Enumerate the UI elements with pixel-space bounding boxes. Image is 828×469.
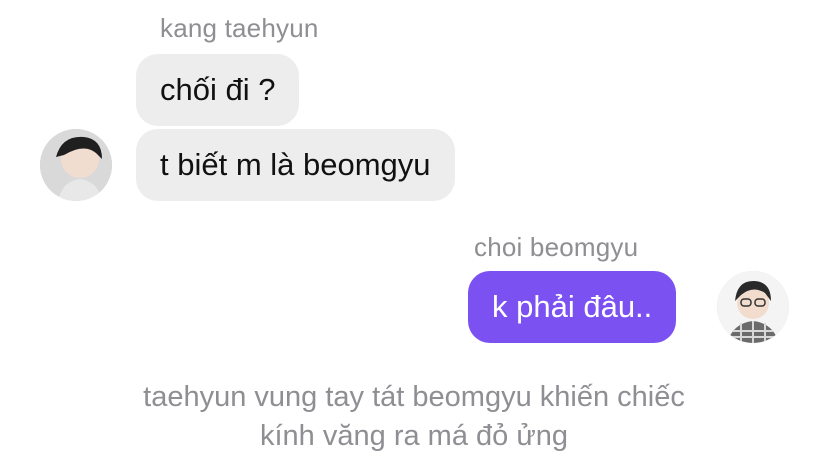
sender-name-choi-beomgyu: choi beomgyu (474, 232, 639, 262)
narration-text: taehyun vung tay tát beomgyu khiến chiếc… (0, 378, 828, 456)
message-bubble-outgoing[interactable]: k phải đâu.. (468, 271, 677, 343)
avatar-choi-beomgyu[interactable] (717, 271, 789, 343)
narration-line: taehyun vung tay tát beomgyu khiến chiếc (143, 381, 685, 413)
avatar-kang-taehyun[interactable] (40, 129, 112, 201)
chat-thread: kang taehyun chối đi ? t biết m là beomg… (0, 0, 828, 469)
message-bubble-incoming[interactable]: t biết m là beomgyu (136, 129, 455, 201)
profile-photo-icon (717, 271, 789, 343)
sender-name-kang-taehyun: kang taehyun (160, 13, 319, 43)
message-bubble-incoming[interactable]: chối đi ? (136, 54, 300, 126)
profile-photo-icon (40, 129, 112, 201)
narration-line: kính văng ra má đỏ ửng (260, 420, 568, 452)
